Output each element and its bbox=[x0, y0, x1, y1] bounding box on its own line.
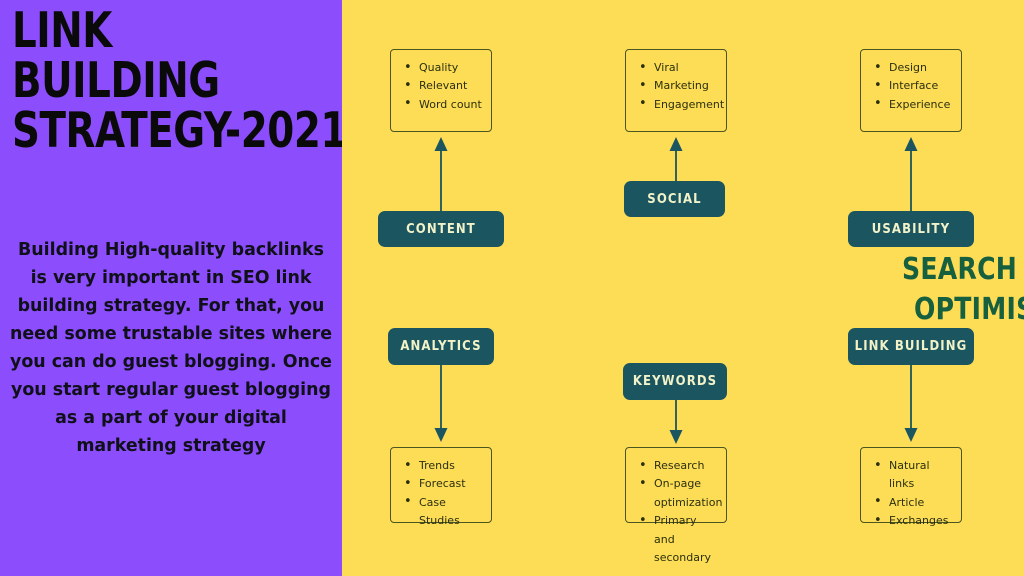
list-keywords: Research On-page optimization Primary an… bbox=[636, 456, 722, 567]
arrow-down-keywords bbox=[669, 400, 683, 444]
arrow-down-link-building bbox=[904, 365, 918, 442]
list-item: Design bbox=[874, 58, 953, 77]
diagram-panel: SEARCH ENGINE OPTIMISATION Quality Relev… bbox=[342, 0, 1024, 576]
list-item: Engagement bbox=[639, 95, 724, 114]
pill-content[interactable]: CONTENT bbox=[378, 211, 504, 247]
arrow-down-analytics bbox=[434, 365, 448, 442]
list-item: Viral bbox=[639, 58, 718, 77]
list-item: Relevant bbox=[404, 77, 483, 96]
pill-label: USABILITY bbox=[871, 221, 951, 237]
arrow-up-usability bbox=[904, 137, 918, 212]
list-item: Case Studies bbox=[404, 493, 483, 531]
list-item: Experience bbox=[874, 95, 953, 114]
list-item: Research bbox=[639, 456, 718, 475]
list-content: Quality Relevant Word count bbox=[401, 58, 483, 114]
center-title-line-1: SEARCH ENGINE bbox=[901, 252, 1024, 287]
list-social: Viral Marketing Engagement bbox=[636, 58, 724, 114]
list-box-link-building: Natural links Article Exchanges bbox=[860, 447, 962, 531]
list-item: Word count bbox=[404, 95, 483, 114]
list-box-content: Quality Relevant Word count bbox=[390, 49, 492, 132]
list-item: Trends bbox=[404, 456, 483, 475]
list-item: Forecast bbox=[404, 475, 483, 494]
pill-label: LINK BUILDING bbox=[854, 339, 968, 354]
pill-usability[interactable]: USABILITY bbox=[848, 211, 974, 247]
list-box-analytics: Trends Forecast Case Studies bbox=[390, 447, 492, 527]
list-item: Interface bbox=[874, 77, 953, 96]
list-item: Marketing bbox=[639, 77, 718, 96]
list-box-keywords: Research On-page optimization Primary an… bbox=[625, 447, 727, 564]
headline-line-1: LINK bbox=[12, 2, 112, 59]
pill-label: SOCIAL bbox=[647, 191, 702, 207]
pill-label: CONTENT bbox=[406, 221, 476, 237]
infographic-canvas: LINK BUILDING STRATEGY-2021 Building Hig… bbox=[0, 0, 1024, 576]
list-item: Natural links bbox=[874, 457, 953, 494]
pill-social[interactable]: SOCIAL bbox=[624, 181, 725, 217]
list-item: Article bbox=[874, 493, 953, 512]
list-link-building: Natural links Article Exchanges bbox=[871, 457, 953, 531]
list-box-usability: Design Interface Experience bbox=[860, 49, 962, 132]
list-item: Primary and secondary bbox=[639, 512, 718, 567]
pill-analytics[interactable]: ANALYTICS bbox=[388, 328, 494, 365]
title-panel: LINK BUILDING STRATEGY-2021 Building Hig… bbox=[0, 0, 347, 576]
page-title: LINK BUILDING STRATEGY-2021 bbox=[12, 2, 347, 159]
list-item: Quality bbox=[404, 58, 483, 77]
list-box-social: Viral Marketing Engagement bbox=[625, 49, 727, 132]
headline-line-3: STRATEGY-2021 bbox=[12, 102, 347, 159]
list-analytics: Trends Forecast Case Studies bbox=[401, 456, 483, 531]
headline-line-2: BUILDING bbox=[12, 52, 220, 109]
pill-label: ANALYTICS bbox=[400, 339, 482, 354]
description-text: Building High-quality backlinks is very … bbox=[9, 240, 333, 456]
arrow-up-social bbox=[669, 137, 683, 182]
list-item: Exchanges bbox=[874, 512, 953, 531]
list-item: On-page optimization bbox=[639, 475, 722, 512]
pill-link-building[interactable]: LINK BUILDING bbox=[848, 328, 974, 365]
arrow-up-content bbox=[434, 137, 448, 212]
diagram-center-title: SEARCH ENGINE OPTIMISATION bbox=[892, 250, 1024, 330]
pill-keywords[interactable]: KEYWORDS bbox=[623, 363, 727, 400]
list-usability: Design Interface Experience bbox=[871, 58, 953, 114]
center-title-line-2: OPTIMISATION bbox=[913, 292, 1024, 327]
pill-label: KEYWORDS bbox=[632, 374, 718, 389]
